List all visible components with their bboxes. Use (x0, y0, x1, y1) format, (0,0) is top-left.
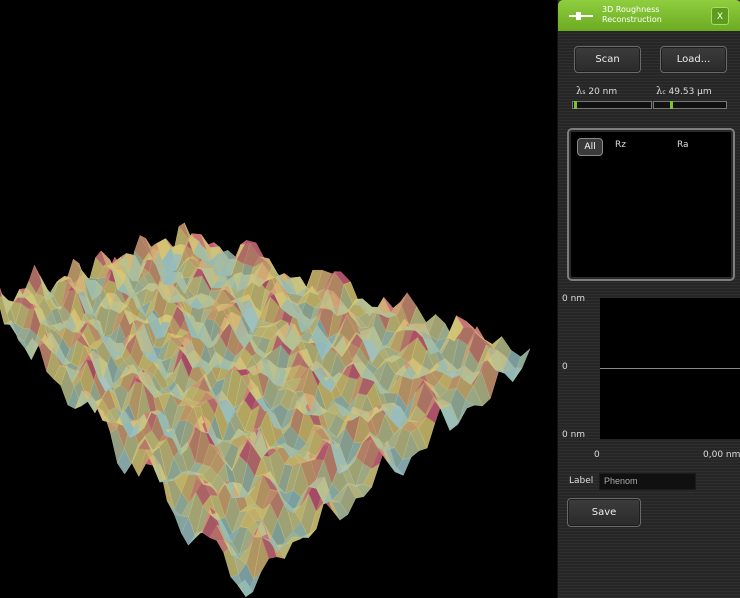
all-button[interactable]: All (577, 138, 603, 156)
panel-title: 3D Roughness Reconstruction (602, 5, 662, 24)
surface-mesh (0, 222, 531, 598)
profile-zero-line (600, 368, 740, 369)
lambda-c-slider[interactable] (653, 101, 727, 109)
lambda-c-slider-thumb[interactable] (669, 101, 673, 109)
scan-button[interactable]: Scan (574, 46, 641, 73)
panel-titlebar[interactable]: 3D Roughness Reconstruction X (558, 0, 740, 31)
lambda-s-slider-thumb[interactable] (573, 101, 577, 109)
surface-3d-viewport[interactable] (0, 0, 557, 598)
lambda-s-value: 20 nm (588, 87, 618, 97)
column-header-ra: Ra (677, 140, 689, 150)
close-button[interactable]: X (711, 7, 729, 25)
roughness-surface-plot[interactable] (0, 0, 557, 598)
column-header-rz: Rz (615, 140, 626, 150)
lambda-c-value: 49.53 µm (668, 87, 712, 97)
results-table[interactable]: All Rz Ra (567, 128, 735, 281)
label-field-label: Label (569, 476, 594, 486)
lambda-s-slider[interactable] (572, 101, 652, 109)
profile-x-end-label: 0,00 nm (703, 450, 740, 460)
lambda-c-label: λc 49.53 µm (656, 86, 712, 97)
lambda-s-subscript: s (582, 89, 586, 96)
lambda-s-label: λs 20 nm (576, 86, 617, 97)
load-button[interactable]: Load... (660, 46, 727, 73)
height-profile-plot[interactable] (600, 298, 740, 439)
lambda-c-subscript: c (662, 89, 666, 96)
profile-y-zero-label: 0 (562, 362, 568, 372)
slider-icon (569, 12, 593, 20)
profile-y-max-label: 0 nm (562, 294, 586, 304)
save-button[interactable]: Save (567, 498, 641, 527)
profile-y-min-label: 0 nm (562, 430, 586, 440)
control-panel: 3D Roughness Reconstruction X Scan Load.… (557, 0, 740, 598)
profile-x-start-label: 0 (594, 450, 600, 460)
label-input[interactable]: Phenom (599, 473, 696, 490)
